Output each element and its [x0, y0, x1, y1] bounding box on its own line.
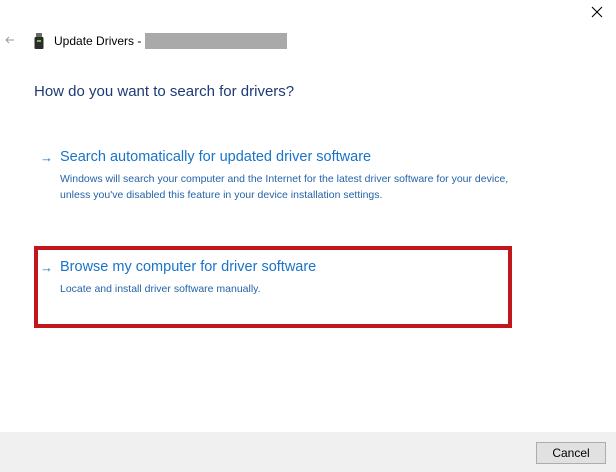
usb-device-icon	[34, 33, 44, 49]
back-button[interactable]	[2, 30, 18, 50]
arrow-right-icon: →	[40, 150, 53, 165]
option-description: Windows will search your computer and th…	[60, 173, 509, 201]
arrow-right-icon: →	[40, 260, 53, 275]
back-arrow-icon	[5, 36, 14, 44]
search-automatically-option[interactable]: → Search automatically for updated drive…	[34, 146, 512, 208]
cancel-button[interactable]: Cancel	[536, 442, 606, 464]
browse-computer-option[interactable]: → Browse my computer for driver software…	[34, 246, 512, 328]
option-title: Search automatically for updated driver …	[60, 149, 372, 165]
dialog-footer: Cancel	[0, 432, 616, 472]
page-heading: How do you want to search for drivers?	[34, 83, 295, 100]
redacted-device-name	[145, 33, 288, 49]
option-title: Browse my computer for driver software	[60, 259, 317, 275]
option-description: Locate and install driver software manua…	[60, 283, 261, 295]
dialog-title: Update Drivers -	[54, 34, 142, 48]
close-button[interactable]	[584, 0, 610, 24]
close-icon	[591, 6, 603, 18]
update-drivers-dialog: Update Drivers - How do you want to sear…	[0, 0, 616, 472]
dialog-title-row: Update Drivers -	[34, 31, 288, 51]
